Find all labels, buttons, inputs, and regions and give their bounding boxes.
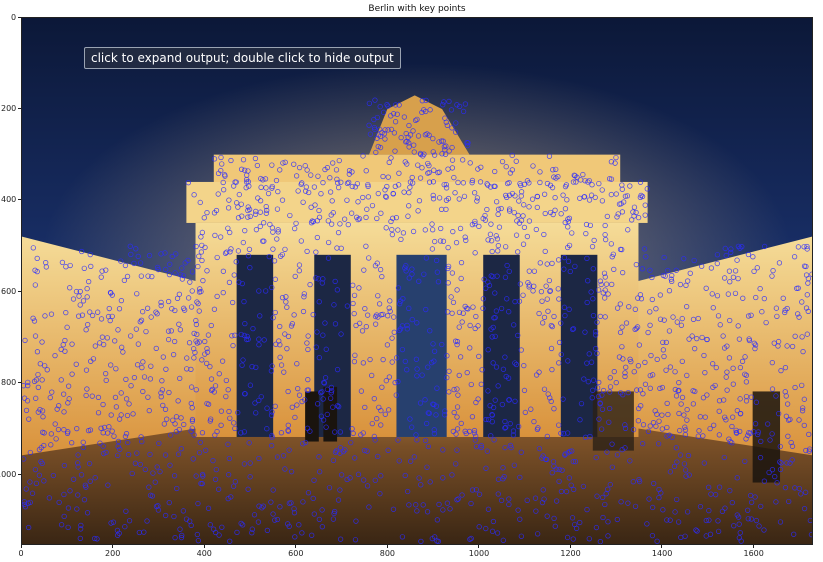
x-tick-label: 200: [105, 549, 121, 558]
y-tick-mark: [18, 382, 21, 384]
x-tick-mark: [295, 545, 297, 548]
x-tick-label: 400: [196, 549, 212, 558]
x-tick-mark: [203, 545, 205, 548]
y-tick-label: 1000: [0, 469, 17, 479]
y-tick-mark: [18, 290, 21, 292]
x-tick-mark: [478, 545, 480, 548]
brandenburg-gate-photo: [22, 18, 812, 544]
y-tick-mark: [18, 473, 21, 475]
x-tick-label: 1600: [743, 549, 764, 558]
x-tick-mark: [20, 545, 22, 548]
x-tick-label: 1000: [468, 549, 490, 558]
x-tick-mark: [569, 545, 571, 548]
y-tick-label: 800: [1, 378, 17, 388]
y-tick-mark: [18, 199, 21, 201]
x-tick-label: 0: [18, 549, 24, 558]
y-tick-label: 200: [1, 103, 17, 113]
x-tick-label: 600: [288, 549, 304, 558]
x-tick-label: 800: [379, 549, 396, 558]
y-tick-mark: [18, 107, 21, 109]
y-tick-mark: [18, 16, 21, 18]
y-tick-label: 600: [1, 286, 17, 296]
x-tick-label: 1200: [560, 549, 581, 558]
x-tick-mark: [112, 545, 114, 548]
figure-title: Berlin with key points: [368, 4, 466, 14]
expand-output-tooltip[interactable]: click to expand output; double click to …: [84, 47, 401, 69]
image-plot-area: click to expand output; double click to …: [21, 17, 813, 545]
x-tick-mark: [386, 545, 388, 548]
x-tick-label: 1400: [651, 549, 673, 558]
y-tick-label: 0: [11, 12, 17, 22]
y-tick-label: 400: [1, 195, 17, 205]
x-tick-mark: [752, 545, 754, 548]
x-tick-mark: [661, 545, 663, 548]
